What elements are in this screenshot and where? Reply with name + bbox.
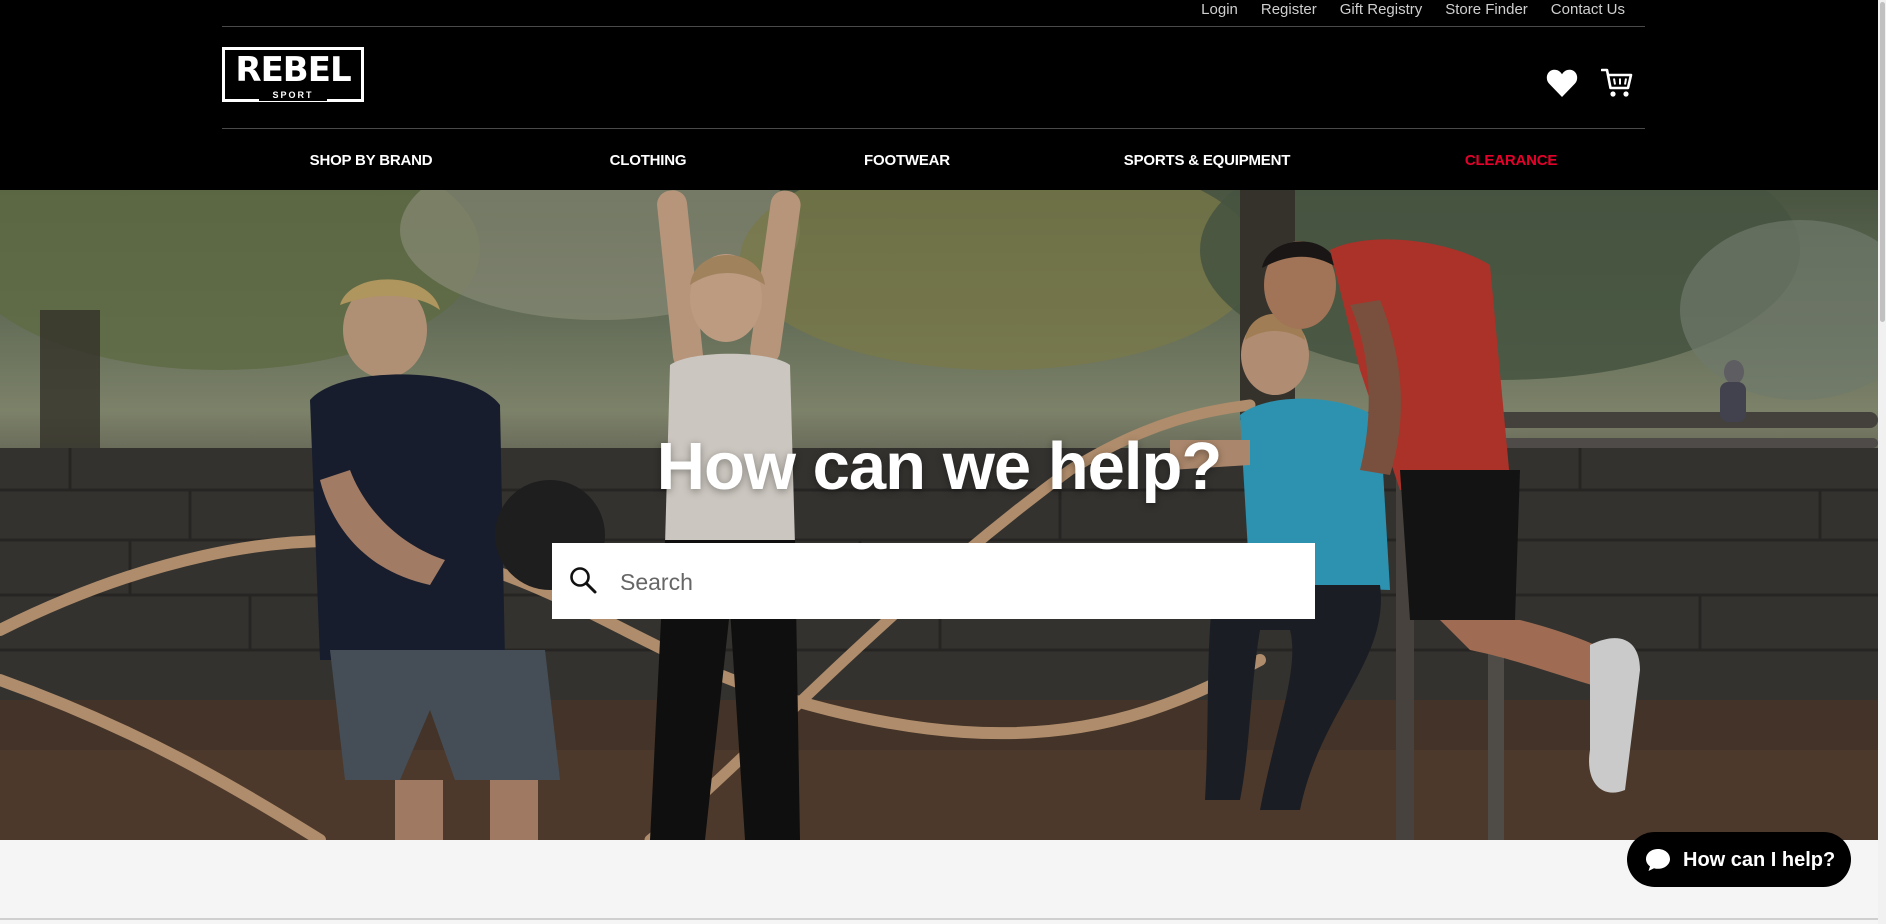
site-header: Login Register Gift Registry Store Finde… [0, 0, 1878, 190]
search-input[interactable] [618, 543, 1302, 621]
nav-sports-equipment[interactable]: SPORTS & EQUIPMENT [1124, 152, 1291, 170]
chat-bubble-icon [1646, 848, 1670, 871]
utility-bar: Login Register Gift Registry Store Finde… [222, 0, 1645, 27]
nav-footwear[interactable]: FOOTWEAR [864, 152, 950, 170]
rebel-sport-logo[interactable]: REBEL SPORT [222, 47, 364, 102]
logo-subtext: SPORT [259, 90, 327, 101]
nav-shop-by-brand[interactable]: SHOP BY BRAND [310, 152, 433, 170]
utility-links: Login Register Gift Registry Store Finde… [1178, 1, 1625, 19]
store-finder-link[interactable]: Store Finder [1445, 1, 1528, 19]
scrollbar-thumb[interactable] [1880, 2, 1885, 322]
hero-title: How can we help? [656, 429, 1223, 504]
gift-registry-link[interactable]: Gift Registry [1340, 1, 1423, 19]
cart-button[interactable] [1600, 66, 1633, 98]
nav-clothing[interactable]: CLOTHING [610, 152, 687, 170]
nav-clearance[interactable]: CLEARANCE [1465, 152, 1558, 170]
heart-icon [1546, 69, 1578, 97]
search-bar[interactable] [552, 543, 1315, 621]
wishlist-button[interactable] [1546, 68, 1578, 98]
chat-help-label: How can I help? [1683, 848, 1836, 871]
contact-us-link[interactable]: Contact Us [1551, 1, 1625, 19]
login-link[interactable]: Login [1201, 1, 1238, 19]
hero-banner: How can we help? [0, 190, 1878, 840]
search-icon[interactable] [568, 565, 598, 595]
hero-photo [0, 190, 1878, 840]
chat-help-button[interactable]: How can I help? [1627, 832, 1851, 887]
cart-icon [1600, 68, 1633, 97]
content-divider [0, 918, 1878, 920]
register-link[interactable]: Register [1261, 1, 1317, 19]
main-navigation: SHOP BY BRAND CLOTHING FOOTWEAR SPORTS &… [222, 128, 1645, 191]
logo-wordmark: REBEL [235, 50, 351, 90]
